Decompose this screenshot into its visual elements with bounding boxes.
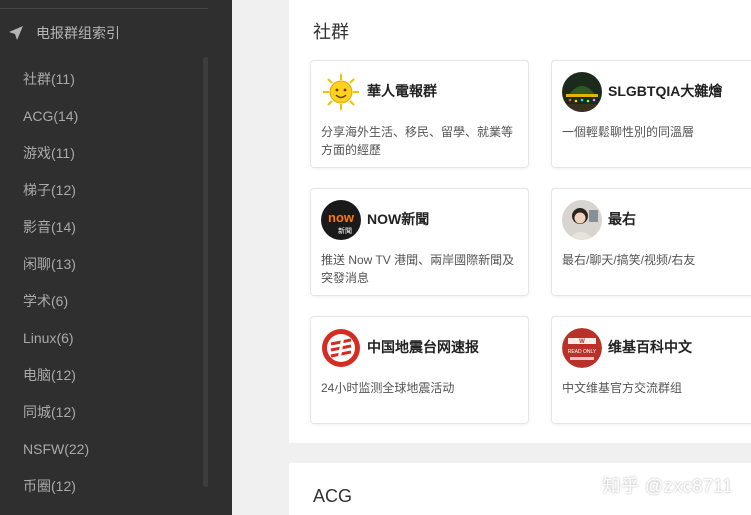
card-description: 分享海外生活、移民、留學、就業等方面的經歷 <box>321 125 514 157</box>
sidebar-item-chat[interactable]: 闲聊(13) <box>0 246 208 283</box>
group-card[interactable]: SLGBTQIA大雜燴 一個輕鬆聊性別的同溫層 <box>551 60 751 168</box>
wiki-logo-text: READ ONLY <box>568 349 597 355</box>
card-title: 華人電報群 <box>367 83 437 99</box>
card-title: 最右 <box>608 211 636 227</box>
card-title: NOW新聞 <box>367 211 430 227</box>
card-title: SLGBTQIA大雜燴 <box>608 83 723 99</box>
wikipedia-logo-icon: W READ ONLY <box>562 328 602 368</box>
sidebar-item-crypto[interactable]: 币圈(12) <box>0 468 208 505</box>
sidebar-item-media[interactable]: 影音(14) <box>0 209 208 246</box>
sidebar-item-local[interactable]: 同城(12) <box>0 394 208 431</box>
card-description: 一個輕鬆聊性別的同溫層 <box>562 125 695 139</box>
sidebar-list: 社群(11) ACG(14) 游戏(11) 梯子(12) 影音(14) 闲聊(1… <box>0 61 208 505</box>
group-card[interactable]: now 新聞 NOW新聞 推送 Now TV 港聞、兩岸國際新聞及突發消息 <box>310 188 529 296</box>
sidebar-item-nsfw[interactable]: NSFW(22) <box>0 431 208 468</box>
sidebar: 电报群组索引 社群(11) ACG(14) 游戏(11) 梯子(12) 影音(1… <box>0 0 232 515</box>
sidebar-item-games[interactable]: 游戏(11) <box>0 135 208 172</box>
section-social: 社群 華人電報群 分享海外生活、移民、留學、就業等方面的經歷 SLGBTQIA大… <box>289 0 751 443</box>
group-card[interactable]: 中国地震台网速报 24小时监测全球地震活动 <box>310 316 529 424</box>
card-description: 中文维基官方交流群组 <box>562 381 683 395</box>
earthquake-logo-icon <box>321 328 361 368</box>
sidebar-item-computer[interactable]: 电脑(12) <box>0 357 208 394</box>
watermark: 知乎 @zxc8711 <box>602 476 733 496</box>
main-content: 社群 華人電報群 分享海外生活、移民、留學、就業等方面的經歷 SLGBTQIA大… <box>232 0 751 515</box>
sun-avatar-icon <box>321 72 361 112</box>
sidebar-title: 电报群组索引 <box>36 25 120 41</box>
section-title: ACG <box>313 486 353 506</box>
person-photo-avatar-icon <box>562 200 602 240</box>
section-title: 社群 <box>313 22 349 42</box>
card-title: 中国地震台网速报 <box>367 339 479 355</box>
navigation-arrow-icon <box>8 25 24 41</box>
now-news-logo-icon: now 新聞 <box>321 200 361 240</box>
card-description: 最右/聊天/搞笑/视频/右友 <box>562 253 696 267</box>
svg-text:W: W <box>579 339 585 345</box>
sidebar-header[interactable]: 电报群组索引 <box>8 22 120 44</box>
sidebar-scrollbar[interactable] <box>203 57 208 487</box>
sidebar-item-social[interactable]: 社群(11) <box>0 61 208 98</box>
sidebar-item-academic[interactable]: 学术(6) <box>0 283 208 320</box>
night-lights-avatar-icon <box>562 72 602 112</box>
now-logo-subtext: 新聞 <box>338 226 352 235</box>
group-card[interactable]: W READ ONLY 维基百科中文 中文维基官方交流群组 <box>551 316 751 424</box>
card-description: 24小时监测全球地震活动 <box>321 381 455 395</box>
card-title: 维基百科中文 <box>608 339 692 355</box>
sidebar-item-proxy[interactable]: 梯子(12) <box>0 172 208 209</box>
card-description: 推送 Now TV 港聞、兩岸國際新聞及突發消息 <box>321 253 515 285</box>
sidebar-item-linux[interactable]: Linux(6) <box>0 320 208 357</box>
now-logo-text: now <box>328 210 355 225</box>
group-card[interactable]: 華人電報群 分享海外生活、移民、留學、就業等方面的經歷 <box>310 60 529 168</box>
sidebar-item-acg[interactable]: ACG(14) <box>0 98 208 135</box>
group-card[interactable]: 最右 最右/聊天/搞笑/视频/右友 <box>551 188 751 296</box>
divider <box>0 8 208 9</box>
